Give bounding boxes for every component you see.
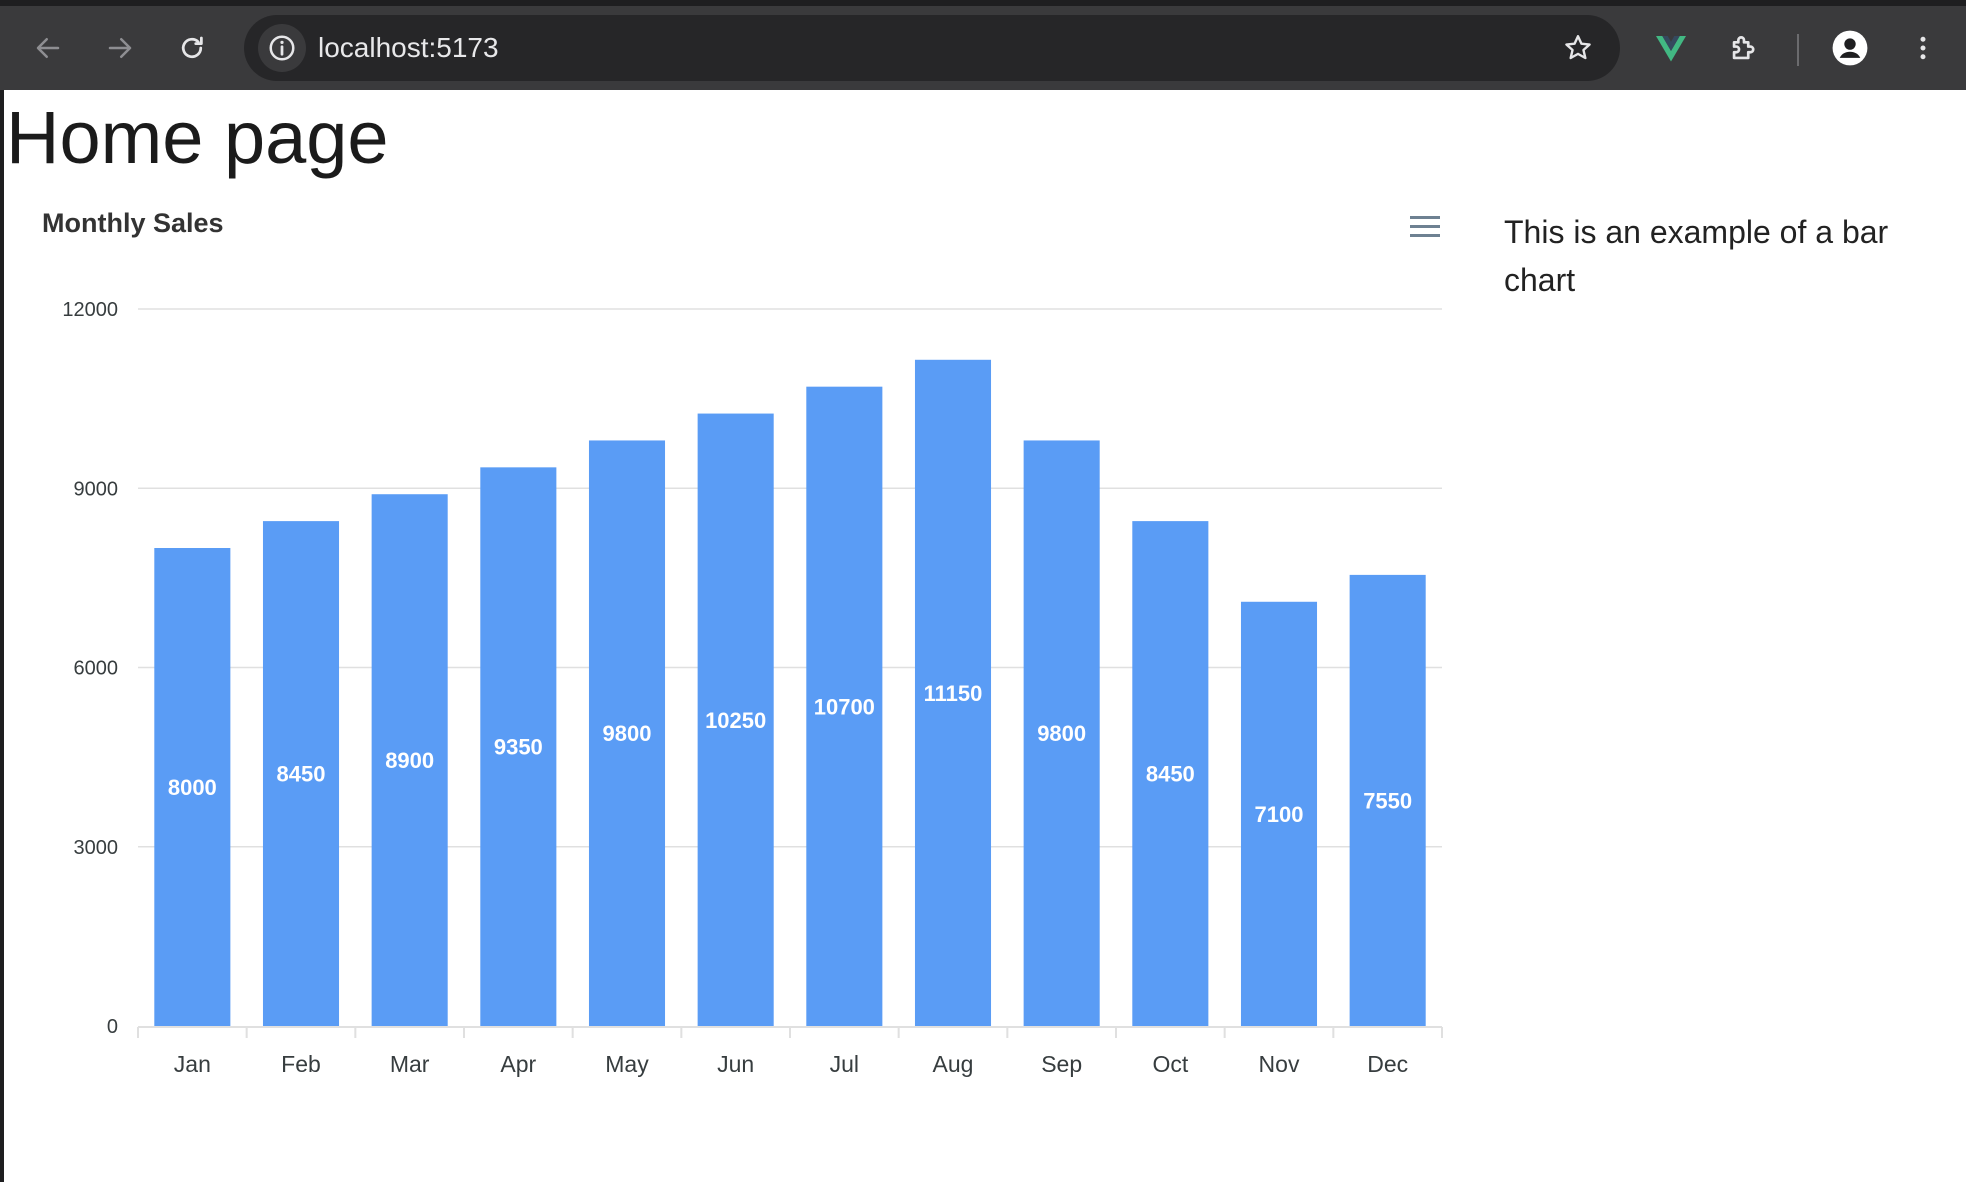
x-tick-label: Apr xyxy=(500,1051,536,1077)
y-tick-label: 3000 xyxy=(74,837,119,859)
vue-logo-icon xyxy=(1656,36,1686,62)
profile-button[interactable] xyxy=(1826,24,1874,72)
back-button[interactable] xyxy=(24,24,72,72)
toolbar-divider xyxy=(1797,34,1799,66)
star-icon xyxy=(1565,35,1591,60)
x-tick-label: Sep xyxy=(1041,1051,1082,1077)
bars: 8000 8450 8900 9350 9800 10250 10700 11150 9800 8… xyxy=(154,359,1426,1027)
info-icon xyxy=(269,35,295,61)
data-label: 7100 xyxy=(1255,802,1304,827)
data-label: 9800 xyxy=(1037,721,1086,746)
x-tick-label: Mar xyxy=(390,1051,430,1077)
data-label: 7550 xyxy=(1363,788,1412,813)
data-label: 10700 xyxy=(814,694,875,719)
y-tick-label: 9000 xyxy=(74,478,119,500)
forward-button[interactable] xyxy=(96,24,144,72)
data-label: 9350 xyxy=(494,735,543,760)
page-title: Home page xyxy=(6,96,389,179)
extensions-button[interactable] xyxy=(1720,24,1768,72)
y-tick-label: 6000 xyxy=(74,658,119,680)
browser-menu-button[interactable] xyxy=(1899,24,1947,72)
person-icon xyxy=(1832,30,1868,66)
x-tick-label: Oct xyxy=(1152,1051,1188,1077)
arrow-left-icon xyxy=(36,38,60,58)
data-label: 8450 xyxy=(277,762,326,787)
x-tick-label: May xyxy=(605,1051,649,1077)
y-tick-label: 12000 xyxy=(62,299,118,321)
browser-toolbar: localhost:5173 xyxy=(0,0,1966,90)
x-tick-label: Nov xyxy=(1259,1051,1300,1077)
url-text[interactable]: localhost:5173 xyxy=(318,15,499,81)
data-label: 8000 xyxy=(168,775,217,800)
bookmark-button[interactable] xyxy=(1556,26,1600,70)
x-tick-label: Jul xyxy=(830,1051,859,1077)
reload-icon xyxy=(181,36,203,59)
page-content: Home page Monthly Sales 0 3000 6000 9000 120… xyxy=(0,90,1966,1182)
reload-button[interactable] xyxy=(168,24,216,72)
data-label: 11150 xyxy=(924,681,983,706)
arrow-right-icon xyxy=(108,38,132,58)
x-tick-label: Jan xyxy=(174,1051,211,1077)
bar-chart-svg: Monthly Sales 0 3000 6000 9000 12000 8000 845… xyxy=(42,208,1446,1077)
address-bar[interactable]: localhost:5173 xyxy=(244,15,1620,81)
site-info-button[interactable] xyxy=(258,24,306,72)
y-tick-label: 0 xyxy=(107,1016,118,1038)
chart-menu-button[interactable] xyxy=(1402,210,1446,246)
data-label: 8900 xyxy=(385,748,434,773)
chart-description: This is an example of a bar chart xyxy=(1504,214,1889,298)
puzzle-icon xyxy=(1732,36,1755,60)
x-tick-label: Jun xyxy=(717,1051,754,1077)
x-tick-label: Dec xyxy=(1367,1051,1408,1077)
chart-title: Monthly Sales xyxy=(42,208,224,238)
x-tick-label: Feb xyxy=(281,1051,321,1077)
vue-devtools-button[interactable] xyxy=(1647,24,1695,72)
data-label: 10250 xyxy=(705,708,766,733)
data-label: 9800 xyxy=(603,721,652,746)
x-tick-label: Aug xyxy=(933,1051,974,1077)
kebab-icon xyxy=(1920,36,1926,60)
bar-chart: Monthly Sales 0 3000 6000 9000 12000 8000 845… xyxy=(4,180,1474,1180)
x-axis: Jan Feb Mar Apr May Jun Jul Aug Sep Oct Nov Dec xyxy=(137,1026,1443,1077)
data-label: 8450 xyxy=(1146,762,1195,787)
